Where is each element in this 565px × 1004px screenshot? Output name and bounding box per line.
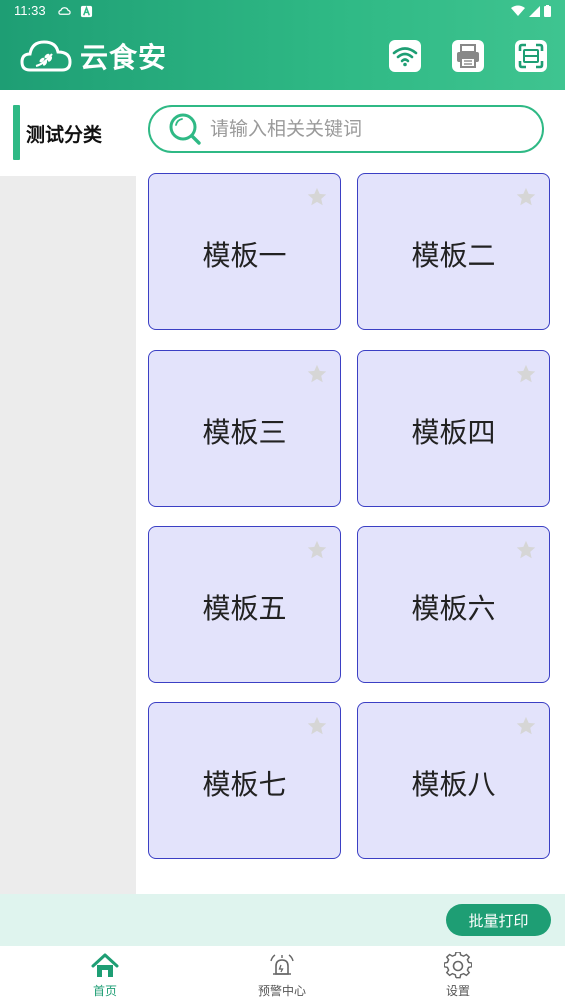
- home-icon: [91, 953, 119, 977]
- template-label: 模板七: [202, 768, 287, 801]
- search-input[interactable]: [210, 118, 530, 140]
- star-icon[interactable]: [306, 539, 328, 561]
- batch-print-button[interactable]: 批量打印: [446, 904, 551, 936]
- sidebar-item-label: 测试分类: [26, 124, 103, 146]
- nav-label: 预警中心: [257, 984, 306, 998]
- template-label: 模板一: [202, 239, 287, 272]
- gear-icon: [444, 952, 472, 979]
- nav-label: 首页: [92, 984, 117, 998]
- sidebar-item-test-category[interactable]: 测试分类: [0, 90, 136, 176]
- template-label: 模板三: [202, 416, 287, 449]
- brand-name: 云食安: [80, 41, 168, 74]
- template-label: 模板八: [411, 768, 496, 801]
- status-time: 11:33: [14, 3, 46, 18]
- cloud-logo-icon: [20, 40, 72, 72]
- template-label: 模板六: [411, 592, 496, 625]
- active-indicator: [13, 105, 20, 160]
- template-card[interactable]: 模板四: [357, 350, 550, 507]
- template-card[interactable]: 模板八: [357, 702, 550, 859]
- status-bar: 11:33: [0, 0, 565, 24]
- template-label: 模板五: [202, 592, 287, 625]
- scan-icon: [518, 43, 544, 69]
- bottom-nav: 首页 预警中心 设置: [0, 946, 565, 1004]
- notification-cloud-icon: [58, 7, 71, 15]
- star-icon[interactable]: [515, 186, 537, 208]
- wifi-icon: [392, 47, 418, 67]
- action-bar: 批量打印: [0, 894, 565, 946]
- printer-icon: [457, 44, 479, 68]
- app-header: 11:33 云食安: [0, 0, 565, 90]
- category-sidebar: 测试分类: [0, 90, 136, 894]
- star-icon[interactable]: [306, 186, 328, 208]
- template-card[interactable]: 模板七: [148, 702, 341, 859]
- nav-label: 设置: [445, 984, 470, 998]
- template-card[interactable]: 模板二: [357, 173, 550, 330]
- search-icon: [169, 113, 201, 145]
- printer-button[interactable]: [452, 40, 484, 72]
- template-label: 模板二: [411, 239, 496, 272]
- star-icon[interactable]: [515, 539, 537, 561]
- template-label: 模板四: [411, 416, 496, 449]
- alarm-icon: [270, 954, 294, 975]
- nav-item-alerts[interactable]: 预警中心: [222, 952, 342, 999]
- cell-signal-icon: [529, 5, 540, 17]
- status-indicators: [511, 5, 551, 17]
- nav-item-settings[interactable]: 设置: [398, 952, 518, 999]
- star-icon[interactable]: [306, 715, 328, 737]
- template-card[interactable]: 模板五: [148, 526, 341, 683]
- star-icon[interactable]: [515, 363, 537, 385]
- wifi-button[interactable]: [389, 40, 421, 72]
- template-card[interactable]: 模板六: [357, 526, 550, 683]
- star-icon[interactable]: [515, 715, 537, 737]
- scan-button[interactable]: [515, 40, 547, 72]
- template-card[interactable]: 模板一: [148, 173, 341, 330]
- nav-item-home[interactable]: 首页: [45, 952, 165, 999]
- template-card[interactable]: 模板三: [148, 350, 341, 507]
- notification-a-icon: [80, 5, 93, 18]
- brand-logo: 云食安: [20, 36, 167, 76]
- wifi-signal-icon: [511, 5, 525, 16]
- battery-icon: [544, 5, 551, 17]
- star-icon[interactable]: [306, 363, 328, 385]
- search-bar[interactable]: [148, 105, 544, 153]
